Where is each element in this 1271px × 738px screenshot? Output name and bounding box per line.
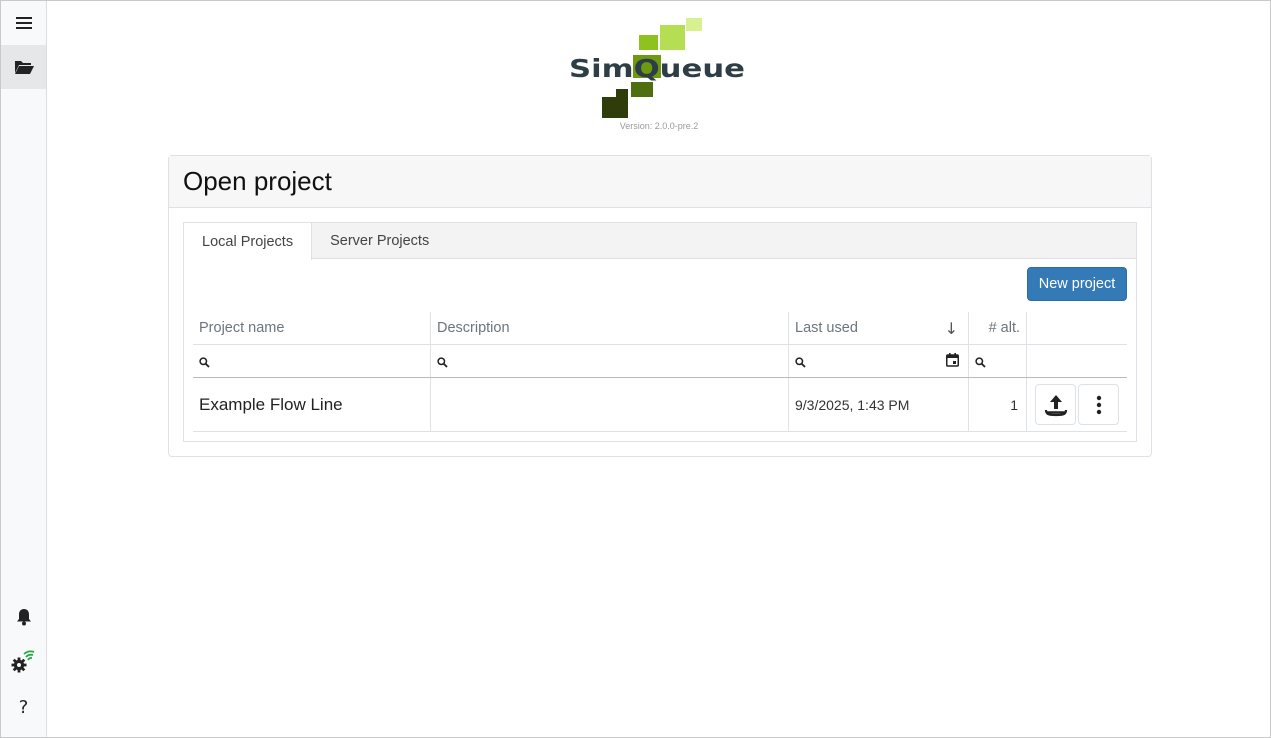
open-project-card: Open project Local Projects Server Proje… [168, 155, 1152, 457]
column-header-project-name[interactable]: Project name [193, 312, 431, 344]
calendar-icon[interactable] [946, 353, 959, 367]
table-filter-row [193, 345, 1127, 378]
filter-cell-description [431, 345, 789, 377]
tab-local-projects[interactable]: Local Projects [184, 223, 313, 260]
filter-cell-last-used [789, 345, 969, 377]
column-label: Description [437, 320, 510, 336]
new-project-button[interactable]: New project [1027, 267, 1127, 301]
menu-button[interactable] [1, 1, 46, 45]
column-header-alternatives[interactable]: # alt. [969, 312, 1027, 344]
column-label: # alt. [988, 320, 1020, 336]
description-filter-input[interactable] [437, 353, 782, 369]
table-row[interactable]: Example Flow Line 9/3/2025, 1:43 PM 1 [193, 378, 1127, 432]
open-project-nav-button[interactable] [1, 45, 46, 89]
row-actions-cell [1027, 378, 1127, 431]
more-options-button[interactable] [1078, 384, 1119, 425]
logo-wordmark: SimQueue [569, 54, 745, 83]
help-icon: ? [18, 696, 29, 718]
project-name-cell[interactable]: Example Flow Line [193, 378, 431, 431]
page-title: Open project [183, 166, 332, 196]
filter-cell-name [193, 345, 431, 377]
settings-connection-button[interactable] [1, 639, 46, 683]
column-label: Last used [795, 320, 858, 336]
filter-cell-alternatives [969, 345, 1027, 377]
folder-open-icon [14, 61, 34, 74]
search-icon [199, 357, 210, 368]
projects-tab-panel: Local Projects Server Projects New proje… [183, 222, 1137, 442]
description-cell [431, 378, 789, 431]
column-header-actions [1027, 312, 1127, 344]
column-header-description[interactable]: Description [431, 312, 789, 344]
filter-cell-actions [1027, 345, 1127, 377]
card-header: Open project [169, 156, 1151, 208]
upload-project-button[interactable] [1035, 384, 1076, 425]
last-used-cell: 9/3/2025, 1:43 PM [789, 378, 969, 431]
sort-descending-icon[interactable]: ↓ [945, 319, 958, 338]
search-icon [795, 357, 806, 368]
column-label: Project name [199, 320, 285, 336]
sidebar: ? [1, 1, 47, 737]
gear-wifi-icon [11, 650, 34, 673]
cloud-upload-icon [1044, 394, 1067, 416]
projects-table: Project name Description Last used ↓ # a… [193, 312, 1127, 432]
search-icon [975, 357, 986, 368]
alternatives-count-cell: 1 [969, 378, 1027, 431]
column-header-last-used[interactable]: Last used ↓ [789, 312, 969, 344]
bell-icon [16, 609, 31, 626]
table-header-row: Project name Description Last used ↓ # a… [193, 312, 1127, 345]
project-name-filter-input[interactable] [199, 353, 424, 369]
menu-icon [15, 17, 32, 29]
tab-server-projects[interactable]: Server Projects [312, 223, 447, 259]
tab-bar: Local Projects Server Projects [184, 223, 1136, 260]
notifications-button[interactable] [1, 595, 46, 639]
search-icon [437, 357, 448, 368]
app-window: ? SimQueue Version: 2.0.0-pre.2 Open pro… [0, 0, 1271, 738]
more-vertical-icon [1096, 395, 1101, 414]
last-used-filter-input[interactable] [795, 353, 962, 369]
simqueue-logo: SimQueue [569, 18, 745, 118]
version-label: Version: 2.0.0-pre.2 [619, 121, 699, 131]
help-button[interactable]: ? [1, 685, 46, 729]
